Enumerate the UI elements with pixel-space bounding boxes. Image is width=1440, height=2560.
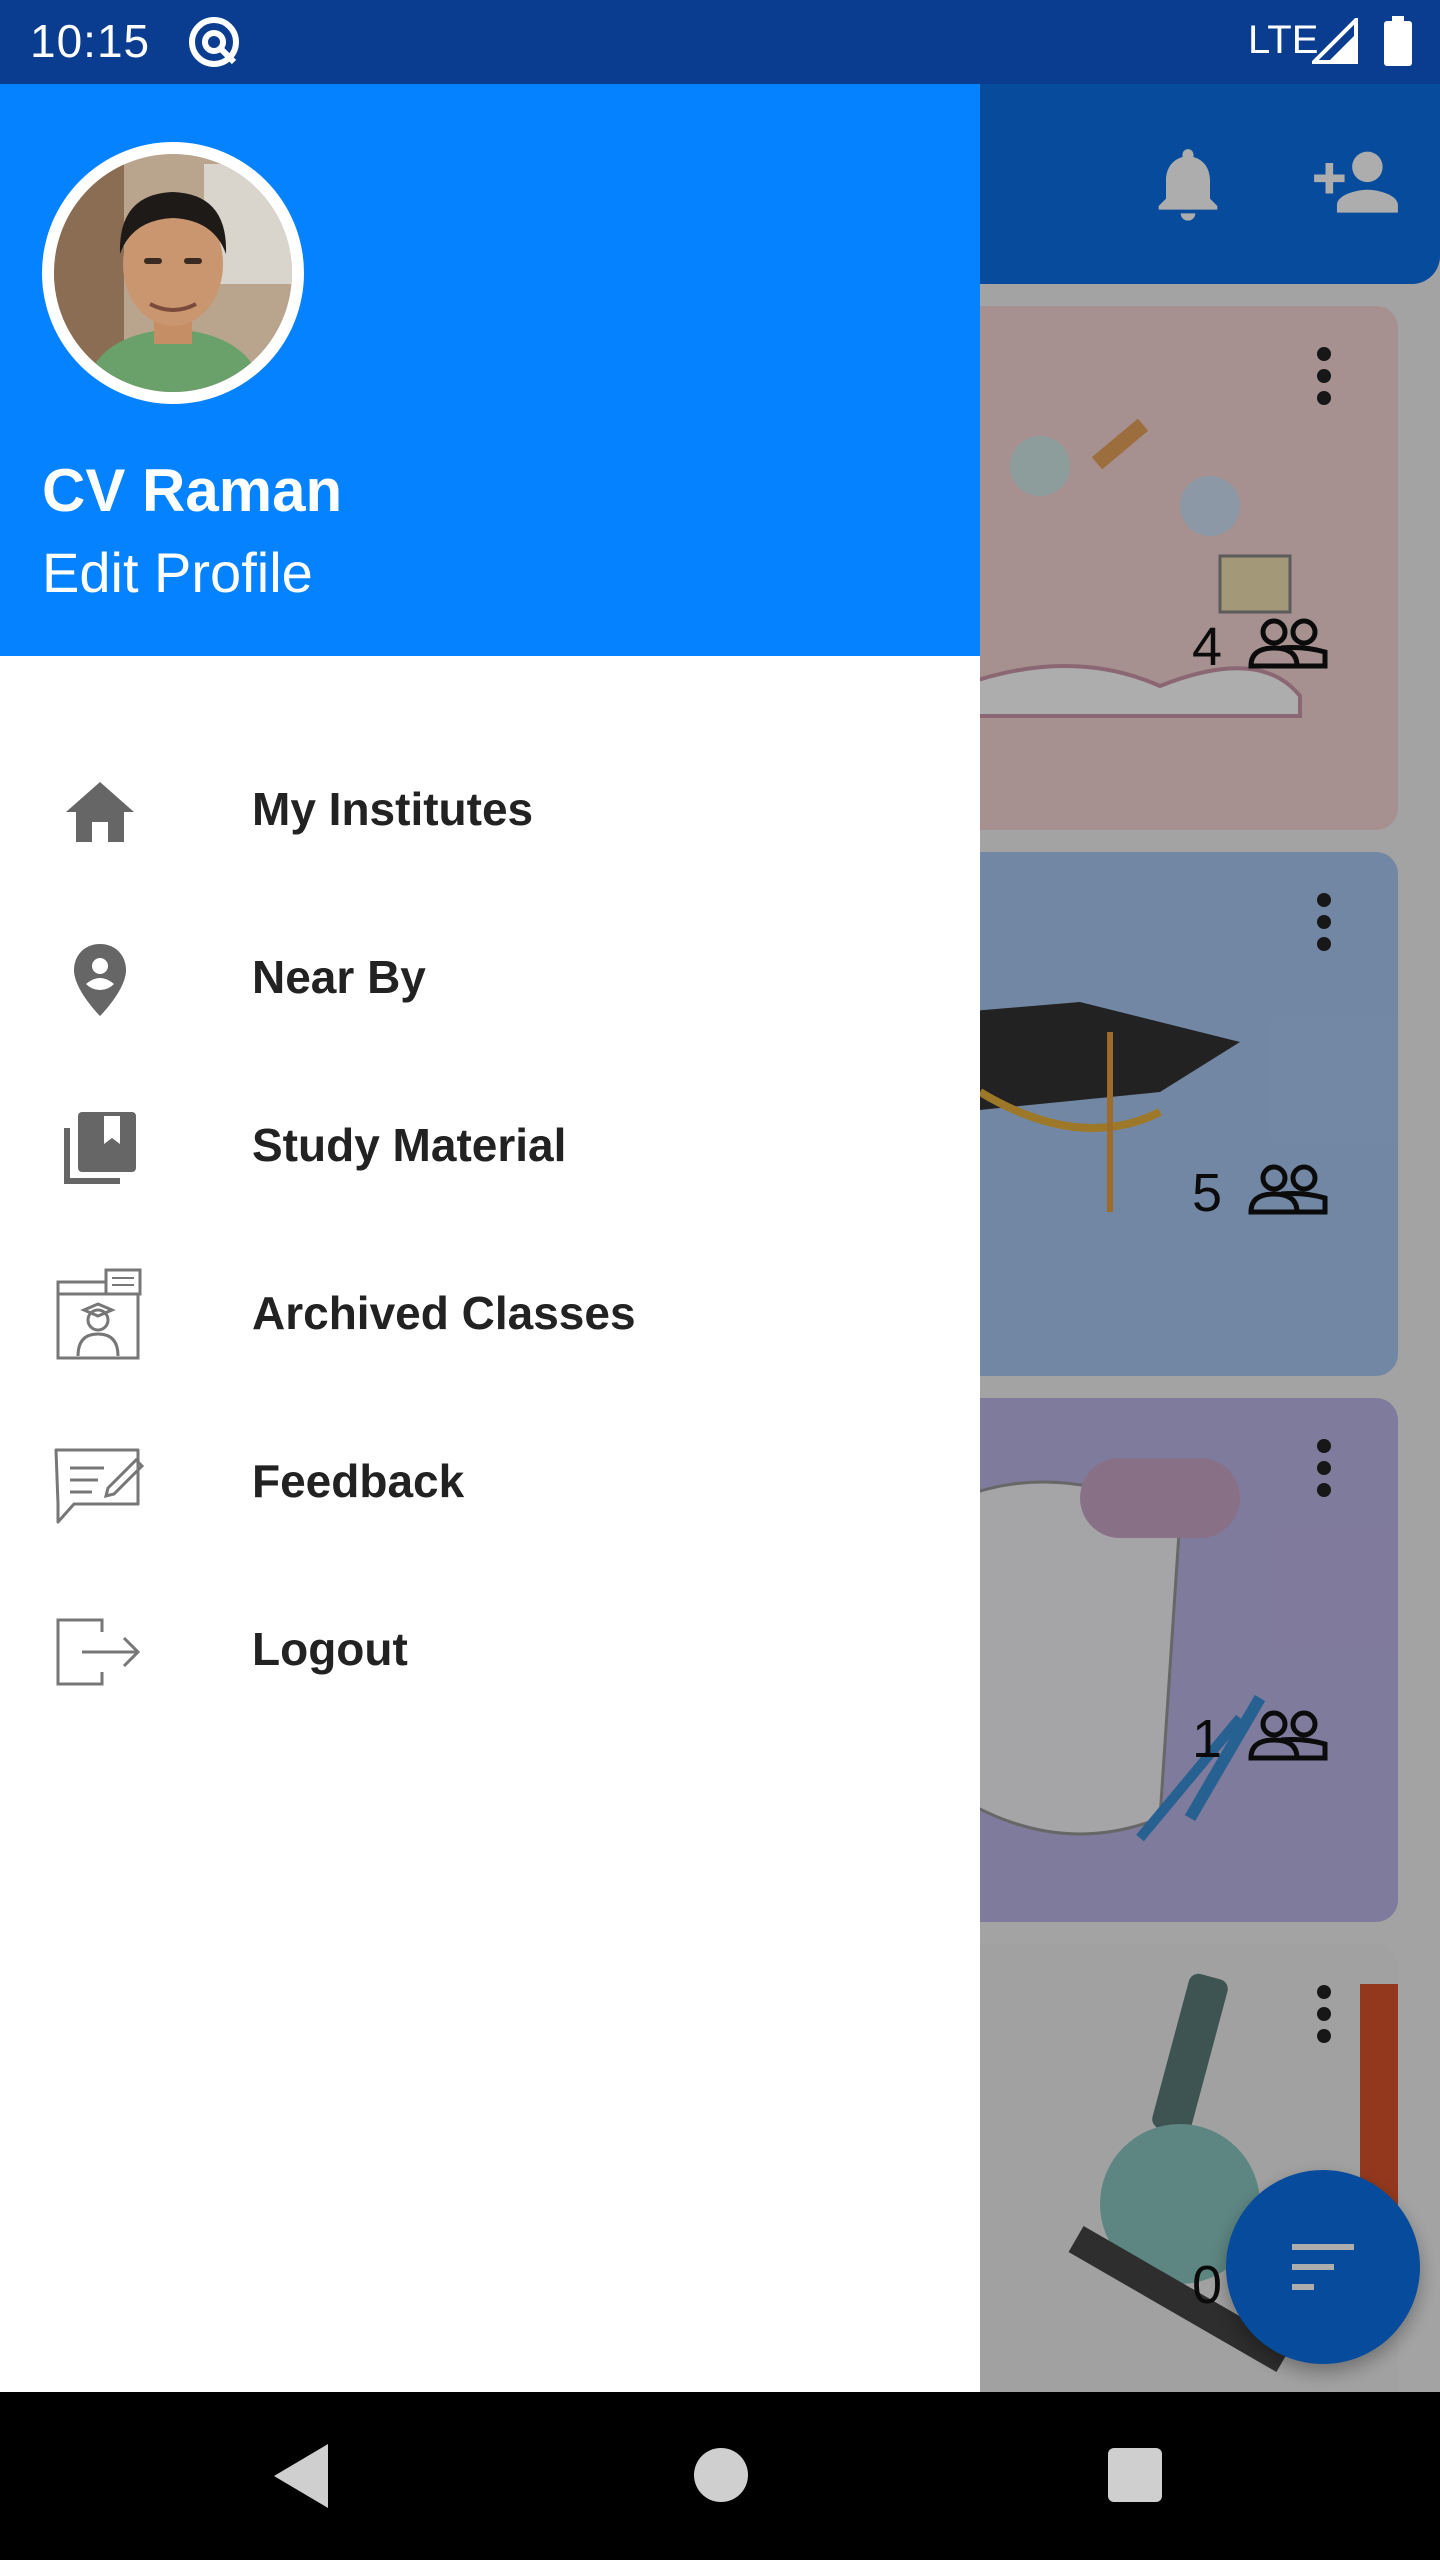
menu-item-label: Feedback (252, 1455, 465, 1507)
library-books-icon (64, 1112, 136, 1184)
edit-profile-link[interactable]: Edit Profile (42, 540, 313, 605)
menu-item-label: Study Material (252, 1119, 567, 1171)
menu-item-label: Logout (252, 1623, 408, 1675)
menu-item-feedback[interactable]: Feedback (0, 1396, 980, 1564)
drawer-header: CV Raman Edit Profile (0, 84, 980, 656)
network-type: LTE (1248, 18, 1319, 62)
home-circle-icon[interactable] (694, 2448, 748, 2502)
location-pin-icon (74, 944, 126, 1016)
drawer-menu: My Institutes Near By Study Material Arc… (0, 724, 980, 1732)
signal-icon (1312, 18, 1358, 64)
user-name: CV Raman (42, 457, 343, 524)
avatar[interactable] (42, 142, 304, 404)
menu-item-label: Archived Classes (252, 1287, 636, 1339)
battery-icon (1384, 16, 1412, 66)
menu-item-logout[interactable]: Logout (0, 1564, 980, 1732)
recents-icon[interactable] (1108, 2448, 1162, 2502)
status-bar: 10:15 LTE (0, 0, 1440, 84)
at-sign-icon (189, 17, 239, 67)
menu-item-archived-classes[interactable]: Archived Classes (0, 1228, 980, 1396)
navigation-drawer: CV Raman Edit Profile My Institutes Near… (0, 84, 980, 2392)
menu-item-label: My Institutes (252, 783, 534, 835)
feedback-icon (54, 1448, 145, 1524)
online-class-icon (56, 1268, 142, 1360)
menu-item-study-material[interactable]: Study Material (0, 1060, 980, 1228)
back-icon[interactable] (270, 2442, 330, 2510)
menu-item-my-institutes[interactable]: My Institutes (0, 724, 980, 892)
profile-photo (54, 154, 292, 392)
logout-icon (56, 1618, 141, 1686)
system-nav-bar (0, 2392, 1440, 2560)
status-time: 10:15 (30, 15, 151, 67)
menu-item-near-by[interactable]: Near By (0, 892, 980, 1060)
home-icon (66, 782, 134, 842)
menu-item-label: Near By (252, 951, 426, 1003)
